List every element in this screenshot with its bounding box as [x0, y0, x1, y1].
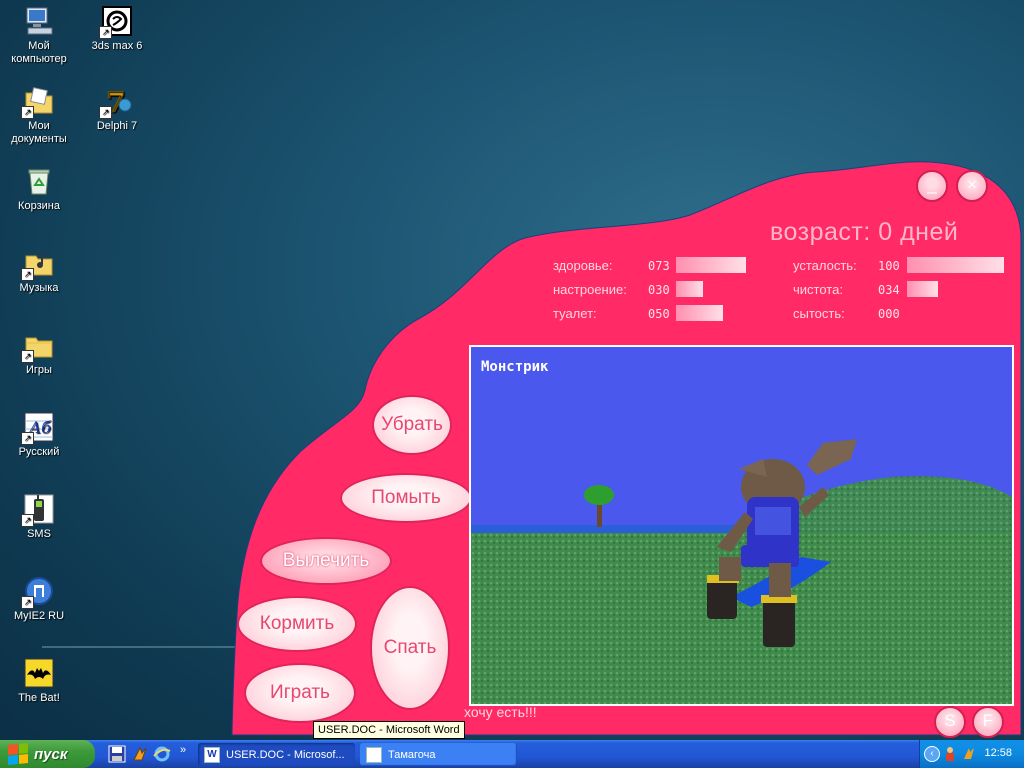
word-icon: W — [204, 746, 220, 763]
myie2-icon: ↗ — [21, 575, 55, 609]
clock[interactable]: 12:58 — [984, 747, 1012, 759]
fullscreen-button-label: F — [982, 711, 994, 730]
heal-button[interactable]: Вылечить — [260, 537, 392, 585]
desktop-icon-delphi[interactable]: 7 ↗ Delphi 7 — [78, 85, 156, 133]
window-icon — [366, 746, 382, 763]
close-button[interactable]: × — [956, 170, 988, 202]
taskbar: пуск » W USER.DOC - Microsof... Тамагоча… — [0, 740, 1024, 768]
shortcut-arrow-icon: ↗ — [21, 432, 34, 445]
shortcut-arrow-icon: ↗ — [99, 106, 112, 119]
task-label: Тамагоча — [388, 748, 436, 761]
games-folder-icon: ↗ — [21, 329, 55, 363]
wash-button[interactable]: Помыть — [340, 473, 472, 523]
system-tray: ‹ 12:58 — [919, 740, 1024, 768]
desktop-icon-label: Корзина — [18, 200, 60, 212]
minimize-glyph: _ — [927, 175, 937, 194]
sleep-button[interactable]: Спать — [370, 586, 450, 710]
shortcut-arrow-icon: ↗ — [21, 106, 34, 119]
shortcut-arrow-icon: ↗ — [21, 514, 34, 527]
shortcut-arrow-icon: ↗ — [21, 350, 34, 363]
play-button[interactable]: Играть — [244, 663, 356, 723]
desktop-icon-myie2[interactable]: ↗ MyIE2 RU — [0, 575, 78, 623]
desktop-icon-recycle-bin[interactable]: Корзина — [0, 165, 78, 213]
task-label: USER.DOC - Microsof... — [226, 748, 345, 761]
recycle-bin-icon — [23, 165, 55, 197]
play-button-label: Играть — [270, 682, 330, 703]
start-button[interactable]: пуск — [0, 740, 95, 768]
shortcut-arrow-icon: ↗ — [21, 596, 34, 609]
russian-icon: Аб ↗ — [21, 411, 55, 445]
desktop-icon-label: Игры — [26, 364, 52, 376]
feed-button-label: Кормить — [259, 613, 335, 634]
shortcut-arrow-icon: ↗ — [99, 26, 112, 39]
winamp-icon[interactable] — [131, 745, 149, 763]
save-icon[interactable] — [108, 745, 126, 763]
quick-launch-overflow-icon[interactable]: » — [180, 744, 186, 756]
windows-logo-icon — [8, 742, 28, 766]
close-glyph: × — [967, 175, 977, 194]
tray-expand-icon[interactable]: ‹ — [924, 746, 940, 762]
my-computer-icon — [23, 5, 55, 37]
clean-button[interactable]: Убрать — [372, 395, 452, 455]
desktop-icon-sms[interactable]: ↗ SMS — [0, 493, 78, 541]
wash-button-label: Помыть — [371, 487, 441, 508]
desktop-icon-3dsmax[interactable]: ↗ 3ds max 6 — [78, 5, 156, 53]
desktop-icon-thebat[interactable]: The Bat! — [0, 657, 78, 705]
sms-icon: ↗ — [21, 493, 55, 527]
desktop-icon-label: Мои документы — [11, 120, 67, 145]
tray-user-icon[interactable] — [944, 746, 956, 761]
pet-viewport[interactable]: Монстрик — [469, 345, 1014, 706]
pet-name-label: Монстрик — [481, 359, 549, 375]
sleep-button-label: Спать — [383, 637, 437, 658]
3dsmax-icon: ↗ — [99, 5, 133, 39]
minimize-button[interactable]: _ — [916, 170, 948, 202]
desktop-icon-label: SMS — [27, 528, 51, 540]
heal-button-label: Вылечить — [282, 550, 370, 571]
desktop-icon-label: 3ds max 6 — [91, 40, 143, 52]
desktop-icon-label: MyIE2 RU — [13, 610, 65, 622]
start-button-label: пуск — [34, 745, 68, 763]
internet-explorer-icon[interactable] — [153, 745, 171, 763]
task-user-doc[interactable]: W USER.DOC - Microsof... — [198, 743, 355, 766]
desktop-icon-label: Delphi 7 — [96, 120, 138, 132]
desktop-icon-label: Мой компьютер — [11, 40, 67, 65]
task-tamagocha[interactable]: Тамагоча — [360, 743, 517, 766]
feed-button[interactable]: Кормить — [237, 596, 357, 652]
tray-winamp-icon[interactable] — [962, 746, 976, 761]
desktop-icon-russian[interactable]: Аб ↗ Русский — [0, 411, 78, 459]
desktop-icon-my-computer[interactable]: Мой компьютер — [0, 5, 78, 66]
my-documents-icon: ↗ — [21, 85, 55, 119]
desktop-divider-line — [42, 646, 242, 648]
desktop-icon-music[interactable]: ↗ Музыка — [0, 247, 78, 295]
delphi-icon: 7 ↗ — [99, 85, 133, 120]
desktop-icon-label: Музыка — [19, 282, 59, 294]
music-folder-icon: ↗ — [21, 247, 55, 281]
thebat-icon — [23, 657, 55, 689]
desktop-icon-label: The Bat! — [18, 692, 60, 704]
fullscreen-button[interactable]: F — [972, 706, 1004, 738]
desktop-icon-label: Русский — [18, 446, 60, 458]
desktop-icon-my-documents[interactable]: ↗ Мои документы — [0, 85, 78, 146]
sound-button[interactable]: S — [934, 706, 966, 738]
pet-scene — [471, 347, 1012, 704]
shortcut-arrow-icon: ↗ — [21, 268, 34, 281]
taskbar-tooltip: USER.DOC - Microsoft Word — [313, 721, 465, 739]
clean-button-label: Убрать — [381, 414, 443, 435]
sound-button-label: S — [944, 711, 956, 730]
desktop-icon-games[interactable]: ↗ Игры — [0, 329, 78, 377]
